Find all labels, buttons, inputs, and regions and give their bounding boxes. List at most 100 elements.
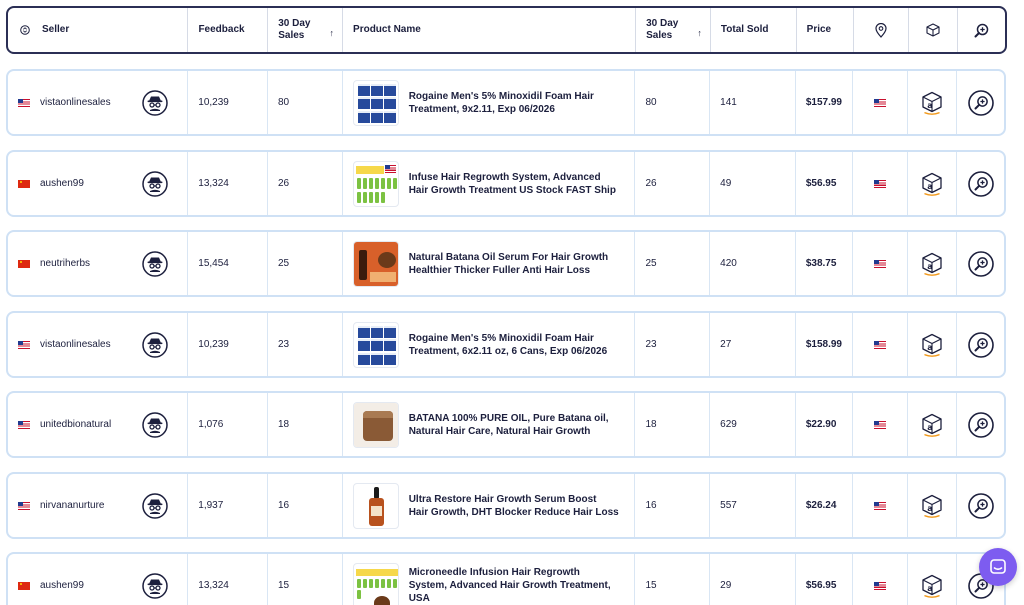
spy-icon[interactable] — [142, 170, 168, 197]
product-thumbnail[interactable] — [352, 482, 399, 529]
header-feedback[interactable]: Feedback — [188, 8, 269, 52]
header-30-day-sales[interactable]: 30 Day Sales ↑ — [268, 8, 344, 52]
total-sold-cell: 29 — [710, 554, 796, 605]
table-row[interactable]: vistaonlinesales 10,239 80 Rogaine Men's 5%… — [6, 69, 1006, 136]
spy-icon[interactable] — [142, 572, 168, 599]
location-cell — [853, 152, 909, 215]
amazon-cell: a — [908, 232, 958, 295]
sales30-cell: 18 — [268, 393, 343, 456]
product-title[interactable]: Rogaine Men's 5% Minoxidil Foam Hair Trea… — [409, 332, 621, 358]
sort-arrow-icon[interactable]: ↑ — [330, 28, 335, 38]
feedback-value: 13,324 — [198, 178, 229, 189]
header-location[interactable] — [854, 8, 910, 52]
product-cell: Rogaine Men's 5% Minoxidil Foam Hair Trea… — [343, 313, 636, 376]
search-plus-icon[interactable] — [967, 170, 994, 197]
product-thumbnail[interactable] — [352, 79, 399, 126]
table-row[interactable]: neutriherbs 15,454 25 Natural Batana Oil Se… — [6, 230, 1006, 297]
total-sold-cell: 49 — [710, 152, 796, 215]
header-total-sold[interactable]: Total Sold — [711, 8, 797, 52]
table-row[interactable]: unitedbionatural 1,076 18 BATANA 100% PURE … — [6, 391, 1006, 458]
table-row[interactable]: aushen99 13,324 26 Infuse Hair Regrowth Sys… — [6, 150, 1006, 217]
spy-icon[interactable] — [142, 411, 168, 438]
table-row[interactable]: nirvananurture 1,937 16 Ultra Restore Hair … — [6, 472, 1006, 539]
spy-icon[interactable] — [142, 89, 168, 116]
search-cell — [957, 152, 1004, 215]
product-title[interactable]: Ultra Restore Hair Growth Serum Boost Hai… — [409, 493, 621, 519]
seller-name[interactable]: unitedbionatural — [40, 419, 136, 430]
header-product-name[interactable]: Product Name — [343, 8, 637, 52]
total-sold-value: 141 — [720, 97, 737, 108]
svg-text:a: a — [928, 262, 933, 271]
total-sold-value: 420 — [720, 258, 737, 269]
amazon-box-icon[interactable]: a — [921, 413, 943, 437]
header-price[interactable]: Price — [797, 8, 854, 52]
sales30b-value: 80 — [645, 97, 657, 108]
svg-text:a: a — [928, 101, 933, 110]
amazon-box-icon[interactable]: a — [921, 333, 943, 357]
product-thumbnail[interactable] — [352, 240, 399, 287]
sales30b-value: 26 — [645, 178, 657, 189]
product-title[interactable]: Infuse Hair Regrowth System, Advanced Hai… — [409, 171, 621, 197]
feedback-cell: 10,239 — [188, 71, 268, 134]
amazon-box-icon[interactable]: a — [921, 494, 943, 518]
spy-icon[interactable] — [142, 331, 168, 358]
search-plus-icon[interactable] — [967, 331, 994, 358]
country-flag-icon — [18, 501, 30, 510]
amazon-box-icon[interactable]: a — [921, 91, 943, 115]
search-plus-icon[interactable] — [967, 250, 994, 277]
seller-name[interactable]: neutriherbs — [40, 258, 136, 269]
sales30-cell: 16 — [268, 474, 343, 537]
header-feedback-label: Feedback — [198, 24, 245, 35]
sales30b-value: 18 — [645, 419, 657, 430]
price-value: $157.99 — [805, 97, 842, 108]
header-seller[interactable]: Seller — [8, 8, 189, 52]
search-plus-icon[interactable] — [967, 492, 994, 519]
feedback-cell: 10,239 — [188, 313, 268, 376]
total-sold-cell: 27 — [710, 313, 796, 376]
sort-arrow-icon[interactable]: ↑ — [697, 28, 702, 38]
amazon-box-icon[interactable]: a — [921, 252, 943, 276]
feedback-value: 10,239 — [198, 339, 229, 350]
product-cell: Microneedle Infusion Hair Regrowth System… — [343, 554, 636, 605]
sales30-value: 26 — [277, 178, 290, 189]
product-thumbnail[interactable] — [352, 160, 399, 207]
sales30b-cell: 16 — [635, 474, 711, 537]
amazon-box-icon[interactable]: a — [921, 172, 943, 196]
search-plus-icon[interactable] — [967, 411, 994, 438]
seller-name[interactable]: vistaonlinesales — [40, 339, 136, 350]
product-title[interactable]: Microneedle Infusion Hair Regrowth System… — [409, 566, 621, 605]
table-row[interactable]: vistaonlinesales 10,239 23 Rogaine Men's 5%… — [6, 311, 1006, 378]
product-title[interactable]: Rogaine Men's 5% Minoxidil Foam Hair Trea… — [409, 90, 621, 116]
sales30b-value: 23 — [645, 339, 657, 350]
country-flag-icon — [18, 259, 30, 268]
product-title[interactable]: BATANA 100% PURE OIL, Pure Batana oil, Na… — [409, 412, 621, 438]
search-plus-icon[interactable] — [967, 89, 994, 116]
seller-name[interactable]: aushen99 — [40, 580, 136, 591]
sales30-value: 25 — [277, 258, 290, 269]
amazon-box-icon[interactable]: a — [921, 574, 943, 598]
table-row[interactable]: aushen99 13,324 15 Microneedle Infusion Hai… — [6, 552, 1006, 605]
header-30-day-sales-2[interactable]: 30 Day Sales ↑ — [636, 8, 711, 52]
seller-name[interactable]: vistaonlinesales — [40, 97, 136, 108]
sales30b-cell: 15 — [635, 554, 711, 605]
location-cell — [853, 71, 909, 134]
price-value: $38.75 — [805, 258, 837, 269]
header-package[interactable] — [909, 8, 959, 52]
product-thumbnail[interactable] — [352, 562, 399, 605]
header-search[interactable] — [958, 8, 1005, 52]
chat-button[interactable] — [979, 548, 1017, 586]
seller-name[interactable]: nirvananurture — [40, 500, 136, 511]
feedback-value: 13,324 — [198, 580, 229, 591]
location-cell — [853, 554, 909, 605]
seller-name[interactable]: aushen99 — [40, 178, 136, 189]
product-thumbnail[interactable] — [352, 321, 399, 368]
sort-icon[interactable] — [20, 25, 30, 35]
price-value: $26.24 — [805, 500, 837, 511]
product-cell: Natural Batana Oil Serum For Hair Growth… — [343, 232, 636, 295]
spy-icon[interactable] — [142, 250, 168, 277]
spy-icon[interactable] — [142, 492, 168, 519]
product-thumbnail[interactable] — [352, 401, 399, 448]
feedback-cell: 13,324 — [188, 554, 268, 605]
product-title[interactable]: Natural Batana Oil Serum For Hair Growth… — [409, 251, 621, 277]
country-flag-icon — [18, 581, 30, 590]
